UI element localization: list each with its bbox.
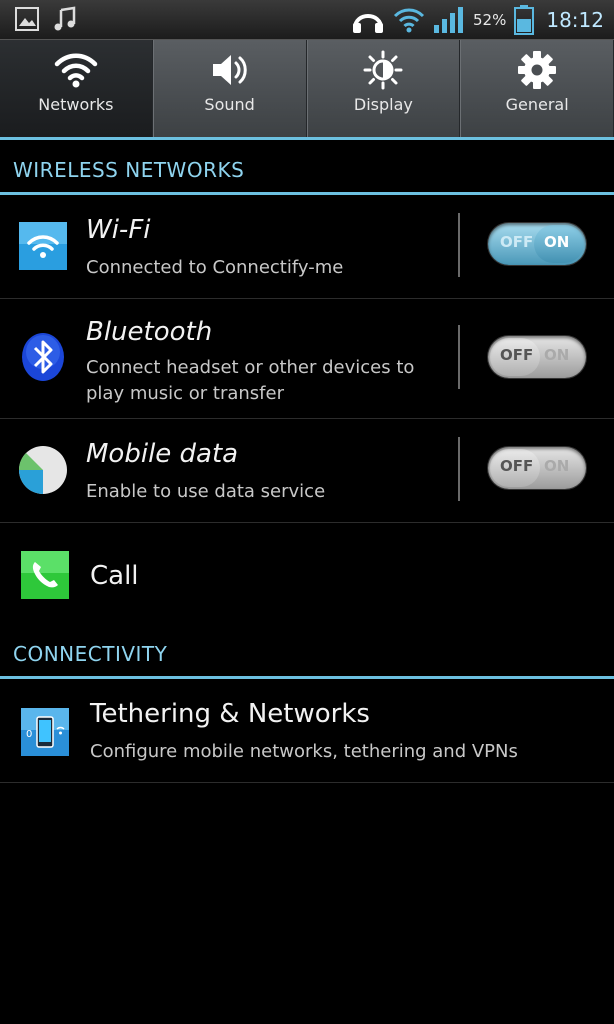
- toggle-on-label: ON: [544, 346, 570, 364]
- tab-display-label: Display: [353, 95, 413, 114]
- tab-sound[interactable]: Sound: [152, 40, 307, 137]
- brightness-icon: [363, 50, 403, 90]
- row-divider: [458, 437, 460, 501]
- bluetooth-title: Bluetooth: [86, 317, 213, 347]
- wifi-title: Wi-Fi: [86, 215, 151, 245]
- wifi-subtitle: Connected to Connectify-me: [86, 257, 344, 278]
- tab-networks-label: Networks: [38, 95, 114, 114]
- section-header-wireless: WIRELESS NETWORKS: [0, 143, 614, 195]
- toggle-on-label: ON: [544, 233, 570, 251]
- mobile-data-title: Mobile data: [86, 439, 239, 469]
- row-divider: [458, 325, 460, 389]
- gallery-icon: [15, 7, 39, 31]
- tab-display[interactable]: Display: [306, 40, 461, 137]
- bluetooth-icon: [22, 333, 64, 381]
- toggle-on-label: ON: [544, 457, 570, 475]
- mobile-data-subtitle: Enable to use data service: [86, 481, 326, 502]
- wifi-status-icon: [393, 8, 425, 33]
- row-divider: [458, 213, 460, 277]
- tab-general-label: General: [505, 95, 569, 114]
- headset-icon: [353, 14, 384, 33]
- tethering-title: Tethering & Networks: [90, 699, 370, 729]
- battery-percent: 52%: [473, 11, 507, 29]
- music-note-icon: [54, 6, 76, 31]
- section-title-connectivity: CONNECTIVITY: [13, 642, 168, 666]
- bluetooth-subtitle: Connect headset or other devices to play…: [86, 357, 415, 404]
- section-title-wireless: WIRELESS NETWORKS: [13, 158, 245, 182]
- tethering-subtitle: Configure mobile networks, tethering and…: [90, 741, 518, 762]
- section-header-connectivity: CONNECTIVITY: [0, 627, 614, 679]
- gear-icon: [518, 51, 557, 89]
- toggle-off-label: OFF: [500, 457, 534, 475]
- settings-tabs: Networks Sound Display General: [0, 40, 614, 140]
- list-item-call[interactable]: Call: [0, 523, 614, 631]
- list-item-wifi[interactable]: Wi-Fi Connected to Connectify-me OFF ON: [0, 195, 614, 299]
- status-bar: 52% 18:12: [0, 0, 614, 40]
- speaker-icon: [212, 55, 247, 85]
- list-item-tethering[interactable]: 0 Tethering & Networks Configure mobile …: [0, 679, 614, 783]
- tethering-icon: 0: [21, 708, 69, 756]
- list-item-mobile-data[interactable]: Mobile data Enable to use data service O…: [0, 419, 614, 523]
- call-title: Call: [90, 561, 139, 591]
- signal-strength-icon: [434, 7, 464, 33]
- wifi-icon: [54, 53, 98, 88]
- mobile-data-toggle[interactable]: OFF ON: [488, 447, 586, 489]
- clock: 18:12: [546, 8, 604, 32]
- tab-general[interactable]: General: [460, 40, 614, 137]
- mobile-data-icon: [18, 446, 67, 494]
- phone-icon: [21, 551, 69, 599]
- wifi-toggle[interactable]: OFF ON: [488, 223, 586, 265]
- svg-text:0: 0: [26, 729, 32, 740]
- list-item-bluetooth[interactable]: Bluetooth Connect headset or other devic…: [0, 299, 614, 419]
- tab-networks[interactable]: Networks: [0, 40, 153, 137]
- bluetooth-toggle[interactable]: OFF ON: [488, 336, 586, 378]
- battery-icon: [514, 5, 535, 35]
- wifi-settings-icon: [19, 222, 67, 270]
- toggle-off-label: OFF: [500, 233, 534, 251]
- toggle-off-label: OFF: [500, 346, 534, 364]
- tab-sound-label: Sound: [204, 95, 255, 114]
